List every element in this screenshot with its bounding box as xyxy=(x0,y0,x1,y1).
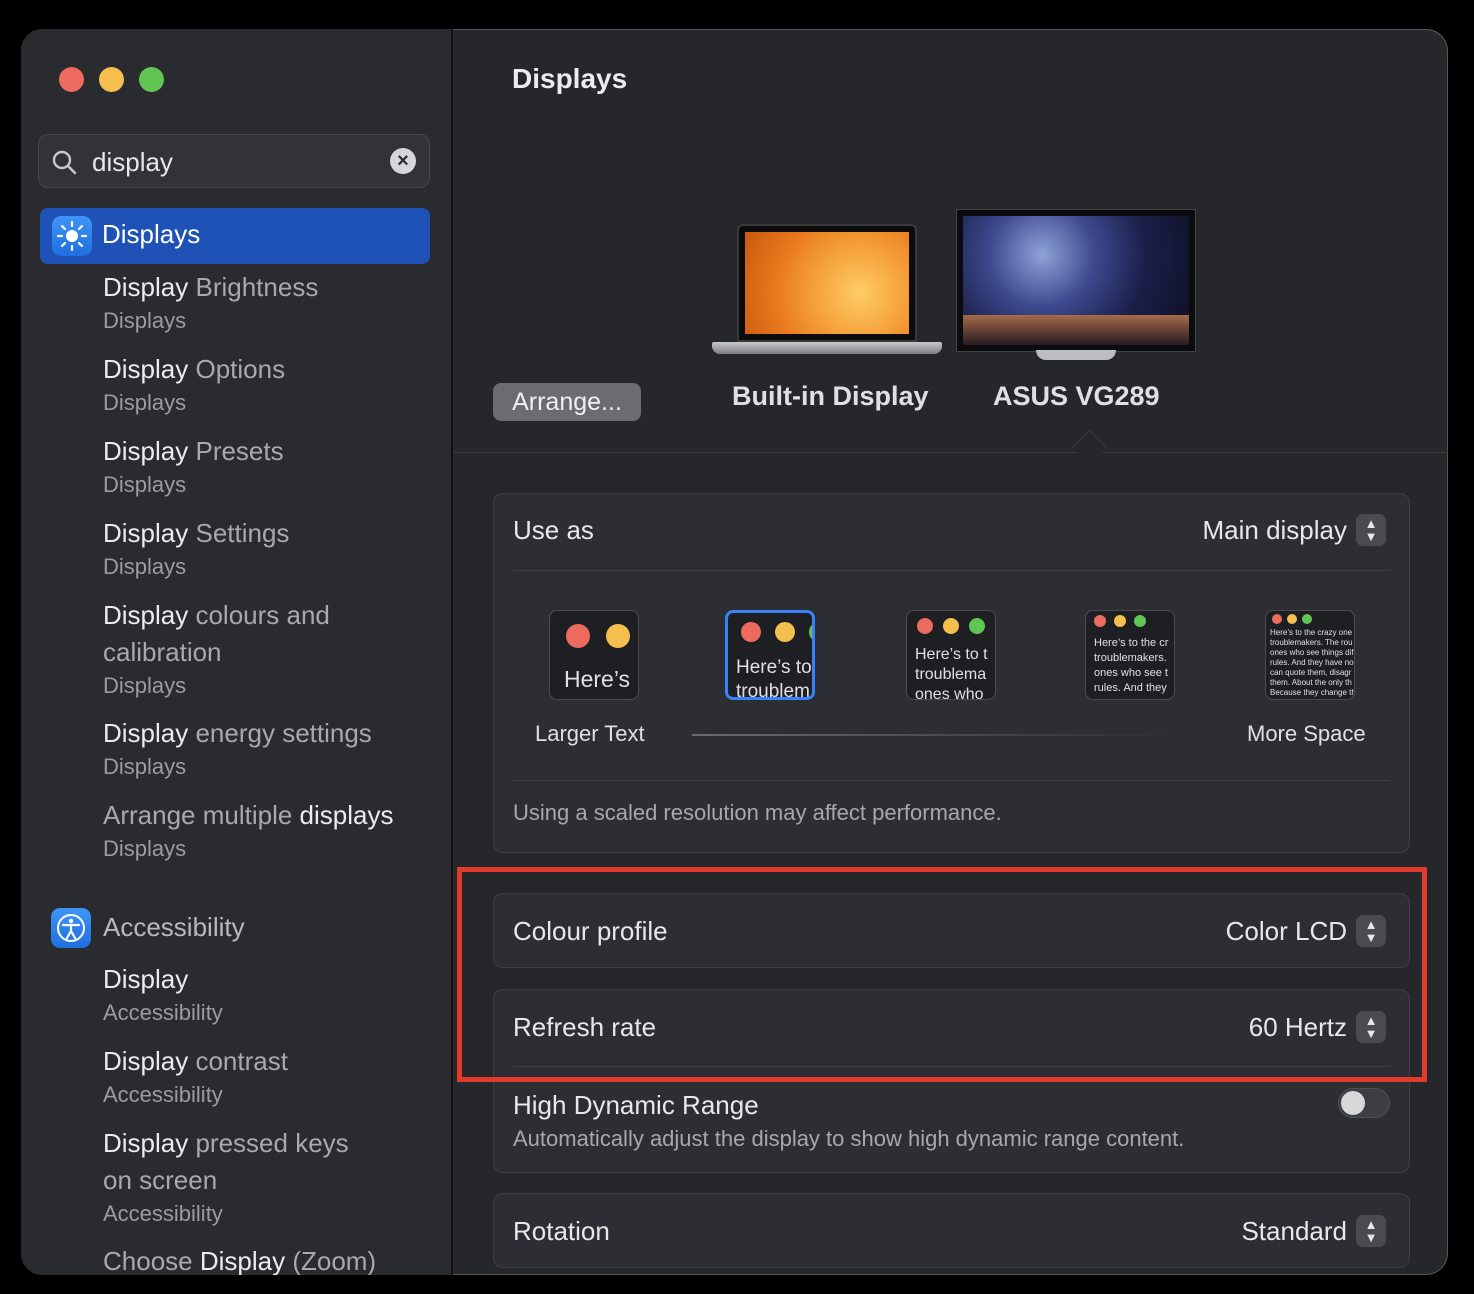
result-display-brightness[interactable]: Display Brightness Displays xyxy=(103,269,433,336)
accessibility-icon xyxy=(57,914,85,942)
display-arrangement-header: Displays Arrange... Built-in Display ASU… xyxy=(453,29,1448,466)
result-category: Accessibility xyxy=(103,1201,223,1226)
result-title: Display contrast xyxy=(103,1046,288,1076)
result-display-colours[interactable]: Display colours and calibration Displays xyxy=(103,597,433,701)
result-category: Displays xyxy=(103,754,187,779)
annotation-highlight-box xyxy=(457,867,1427,1082)
result-display-options[interactable]: Display Options Displays xyxy=(103,351,433,418)
sidebar-item-displays[interactable]: Displays xyxy=(40,208,430,264)
larger-text-label: Larger Text xyxy=(535,721,645,746)
result-display-settings[interactable]: Display Settings Displays xyxy=(103,515,433,582)
result-category: Displays xyxy=(103,308,187,333)
result-title: Display colours and calibration xyxy=(103,600,330,667)
search-field[interactable]: display × xyxy=(38,134,430,188)
result-title: Display Brightness xyxy=(103,272,319,302)
result-title: Display pressed keys on screen xyxy=(103,1128,349,1195)
result-arrange-displays[interactable]: Arrange multiple displays Displays xyxy=(103,797,433,864)
hdr-description: Automatically adjust the display to show… xyxy=(513,1126,1185,1151)
scale-option-more-space[interactable]: Here’s to the crazy one troublemakers. T… xyxy=(1265,610,1355,700)
result-choose-display-zoom[interactable]: Choose Display (Zoom) xyxy=(103,1243,433,1275)
more-space-label: More Space xyxy=(1247,721,1366,746)
result-display-energy[interactable]: Display energy settings Displays xyxy=(103,715,433,782)
scale-track xyxy=(692,734,1172,736)
selected-display-pointer xyxy=(1071,429,1108,466)
toggle-knob xyxy=(1341,1091,1365,1115)
asus-display-label[interactable]: ASUS VG289 xyxy=(993,381,1160,412)
displays-app-icon xyxy=(52,216,92,256)
monitor-stand xyxy=(1036,350,1116,360)
result-display-contrast[interactable]: Display contrast Accessibility xyxy=(103,1043,433,1110)
performance-note: Using a scaled resolution may affect per… xyxy=(513,800,1002,825)
rotation-stepper-icon[interactable]: ▲ ▼ xyxy=(1356,1215,1386,1247)
accessibility-app-icon xyxy=(51,908,91,948)
asus-monitor-thumbnail[interactable] xyxy=(956,209,1196,352)
arrange-button[interactable]: Arrange... xyxy=(493,383,641,421)
result-category: Displays xyxy=(103,554,187,579)
result-title: Choose Display (Zoom) xyxy=(103,1246,377,1275)
rotation-row: Rotation Standard ▲ ▼ xyxy=(493,1193,1410,1268)
sidebar: display × Displays Display Brightness Di… xyxy=(21,29,453,1275)
built-in-display-label[interactable]: Built-in Display xyxy=(732,381,929,412)
system-settings-window: display × Displays Display Brightness Di… xyxy=(21,29,1448,1275)
laptop-base xyxy=(712,342,942,354)
scale-option-larger-text[interactable]: Here’s xyxy=(549,610,639,700)
sidebar-item-label: Displays xyxy=(102,219,201,249)
search-icon xyxy=(52,150,77,175)
result-category: Accessibility xyxy=(103,1082,223,1107)
result-category: Displays xyxy=(103,472,187,497)
result-display-presets[interactable]: Display Presets Displays xyxy=(103,433,433,500)
search-input[interactable]: display xyxy=(92,147,173,178)
result-display-accessibility[interactable]: Display Accessibility xyxy=(103,961,433,1028)
result-category: Accessibility xyxy=(103,1000,223,1025)
result-title: Arrange multiple displays xyxy=(103,800,394,830)
clear-search-icon[interactable]: × xyxy=(390,148,416,174)
hdr-label: High Dynamic Range xyxy=(513,1090,759,1120)
sidebar-item-label: Accessibility xyxy=(103,912,245,942)
use-as-label: Use as xyxy=(513,515,594,545)
display-settings-card: Use as Main display ▲ ▼ Here’s Here’s to … xyxy=(493,493,1410,853)
main-pane: Displays Arrange... Built-in Display ASU… xyxy=(453,29,1448,1275)
result-category: Displays xyxy=(103,673,187,698)
sun-icon xyxy=(56,220,88,252)
scale-option-2[interactable]: Here’s to troublem xyxy=(725,610,815,700)
use-as-value[interactable]: Main display xyxy=(1202,515,1347,546)
scale-option-4[interactable]: Here’s to the cr troublemakers. ones who… xyxy=(1085,610,1175,700)
result-title: Display Presets xyxy=(103,436,284,466)
result-title: Display Options xyxy=(103,354,286,384)
built-in-display-thumbnail[interactable] xyxy=(712,224,942,359)
rotation-value[interactable]: Standard xyxy=(1241,1216,1347,1247)
scale-option-3[interactable]: Here’s to t troublema ones who xyxy=(906,610,996,700)
laptop-screen xyxy=(737,224,917,342)
result-display-pressed-keys[interactable]: Display pressed keys on screen Accessibil… xyxy=(103,1125,433,1229)
result-title: Display Settings xyxy=(103,518,290,548)
use-as-stepper-icon[interactable]: ▲ ▼ xyxy=(1356,514,1386,546)
result-title: Display energy settings xyxy=(103,718,372,748)
rotation-label: Rotation xyxy=(513,1216,610,1246)
page-title: Displays xyxy=(512,63,628,94)
hdr-toggle[interactable] xyxy=(1338,1088,1390,1118)
result-category: Displays xyxy=(103,390,187,415)
zoom-window-button[interactable] xyxy=(139,67,164,92)
result-category: Displays xyxy=(103,836,187,861)
result-title: Display xyxy=(103,964,189,994)
monitor-horizon xyxy=(963,315,1189,345)
minimize-window-button[interactable] xyxy=(99,67,124,92)
close-window-button[interactable] xyxy=(59,67,84,92)
